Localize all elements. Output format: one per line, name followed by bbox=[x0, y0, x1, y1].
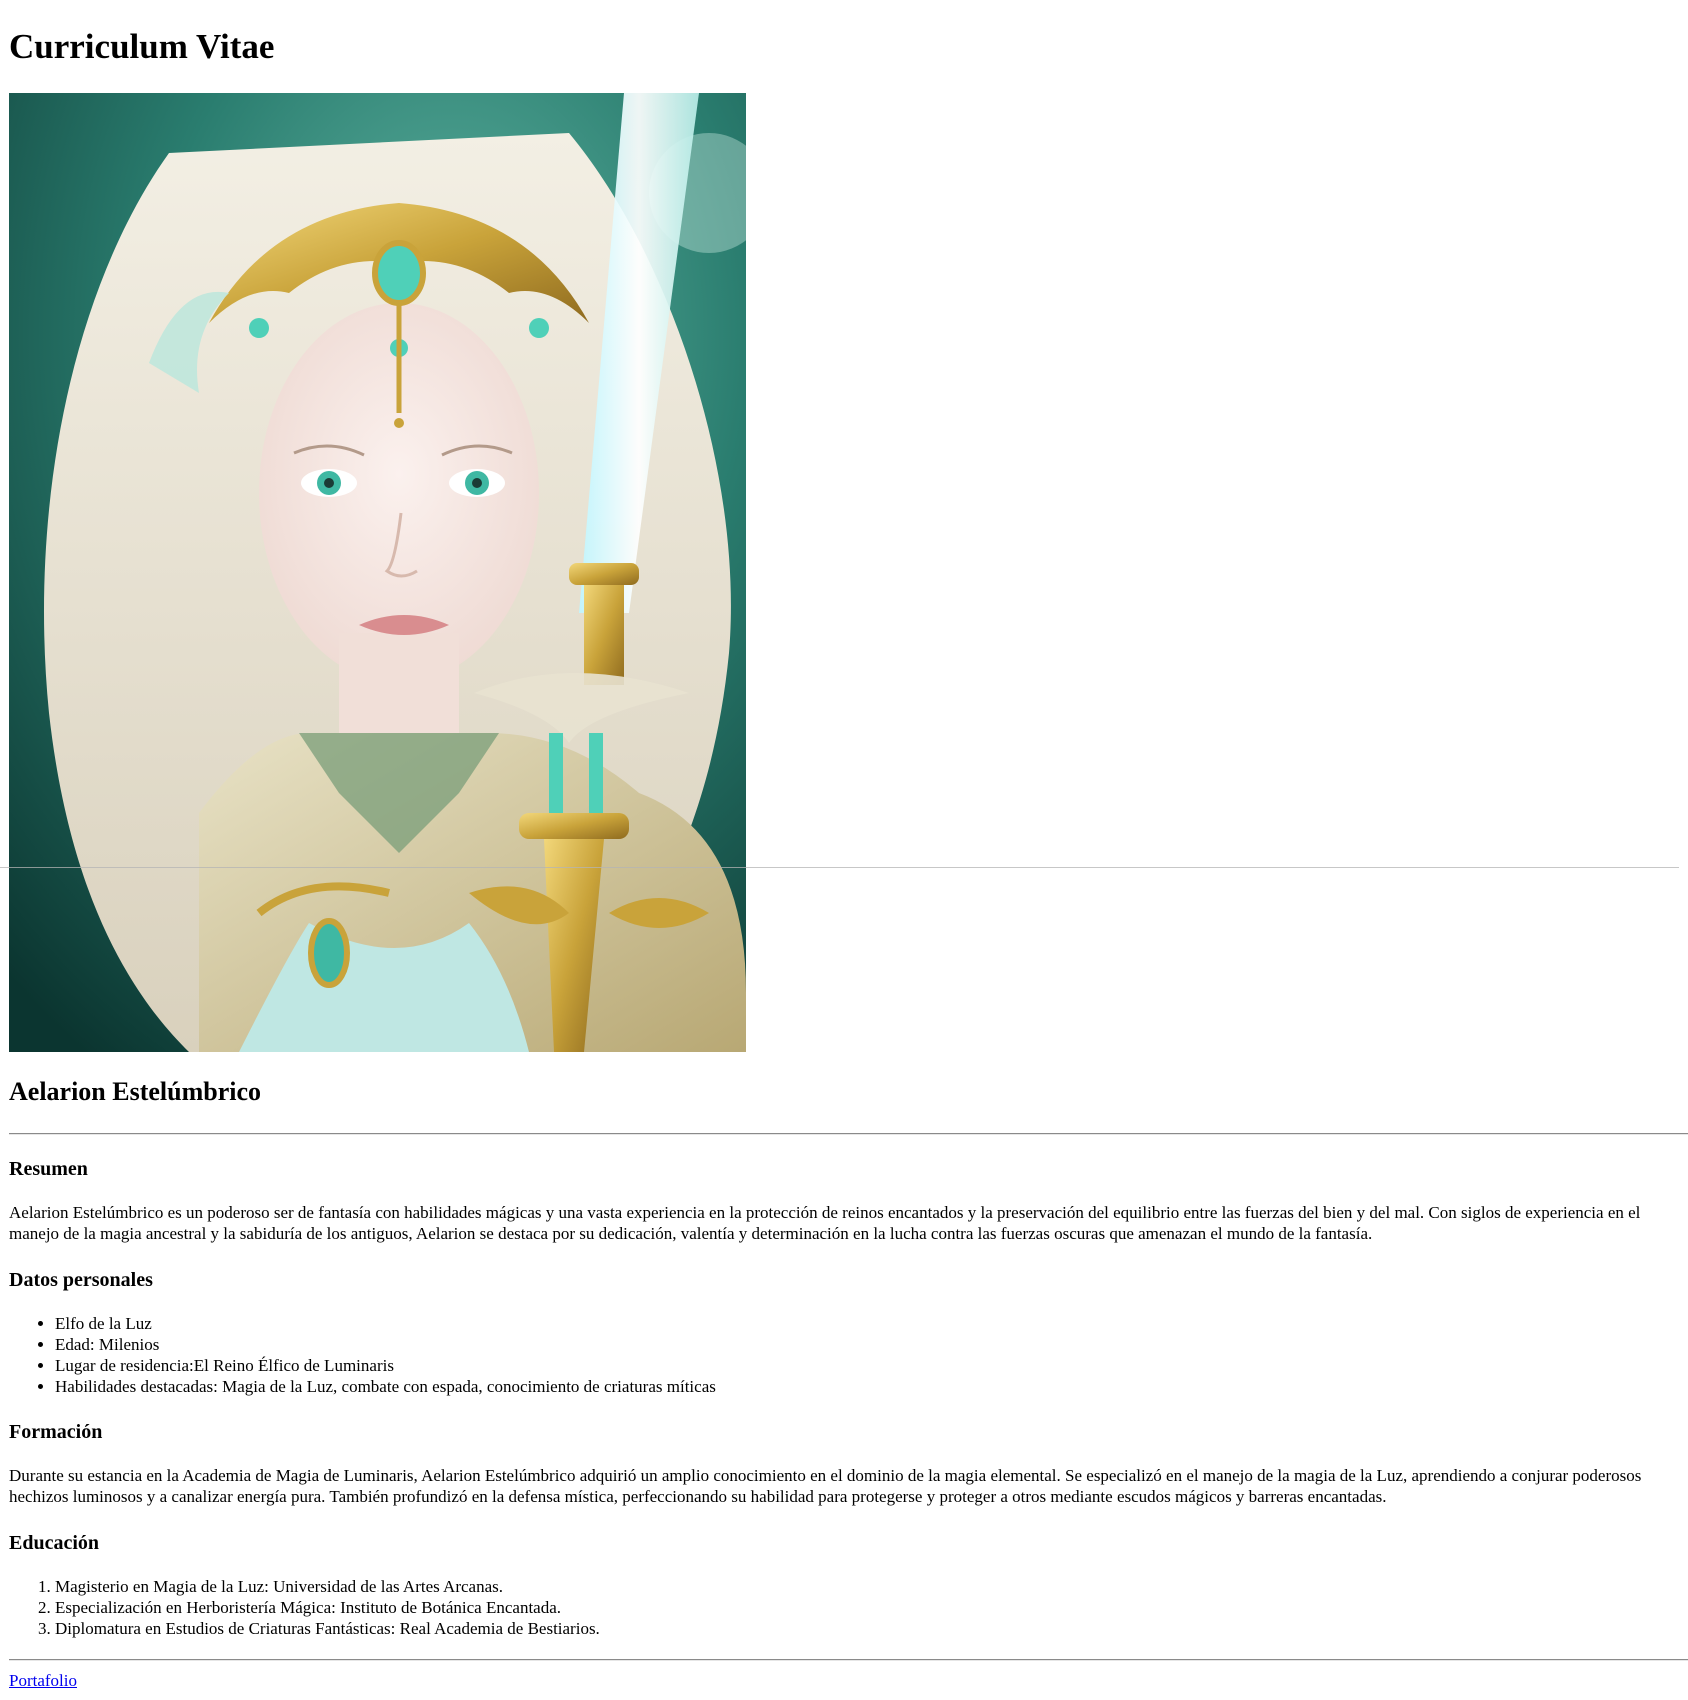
portafolio-link[interactable]: Portafolio bbox=[9, 1670, 77, 1691]
divider bbox=[9, 1659, 1688, 1661]
divider bbox=[9, 1133, 1688, 1135]
list-item: Magisterio en Magia de la Luz: Universid… bbox=[55, 1576, 1655, 1597]
datos-list: Elfo de la Luz Edad: Milenios Lugar de r… bbox=[9, 1313, 1655, 1397]
overlay-line bbox=[0, 867, 1679, 868]
datos-heading: Datos personales bbox=[9, 1269, 153, 1291]
resumen-heading: Resumen bbox=[9, 1158, 88, 1180]
list-item: Especialización en Herboristería Mágica:… bbox=[55, 1597, 1655, 1618]
person-name: Aelarion Estelúmbrico bbox=[9, 1077, 262, 1106]
list-item: Edad: Milenios bbox=[55, 1334, 1655, 1355]
page-title: Curriculum Vitae bbox=[9, 27, 275, 66]
formacion-text: Durante su estancia en la Academia de Ma… bbox=[9, 1466, 1642, 1506]
resumen-text: Aelarion Estelúmbrico es un poderoso ser… bbox=[9, 1203, 1641, 1243]
list-item: Diplomatura en Estudios de Criaturas Fan… bbox=[55, 1618, 1655, 1639]
formacion-heading: Formación bbox=[9, 1421, 103, 1443]
list-item: Elfo de la Luz bbox=[55, 1313, 1655, 1334]
list-item: Lugar de residencia:El Reino Élfico de L… bbox=[55, 1355, 1655, 1376]
portrait-image bbox=[9, 93, 746, 1052]
list-item: Habilidades destacadas: Magia de la Luz,… bbox=[55, 1376, 1655, 1397]
educacion-heading: Educación bbox=[9, 1532, 100, 1554]
educacion-list: Magisterio en Magia de la Luz: Universid… bbox=[9, 1576, 1655, 1639]
